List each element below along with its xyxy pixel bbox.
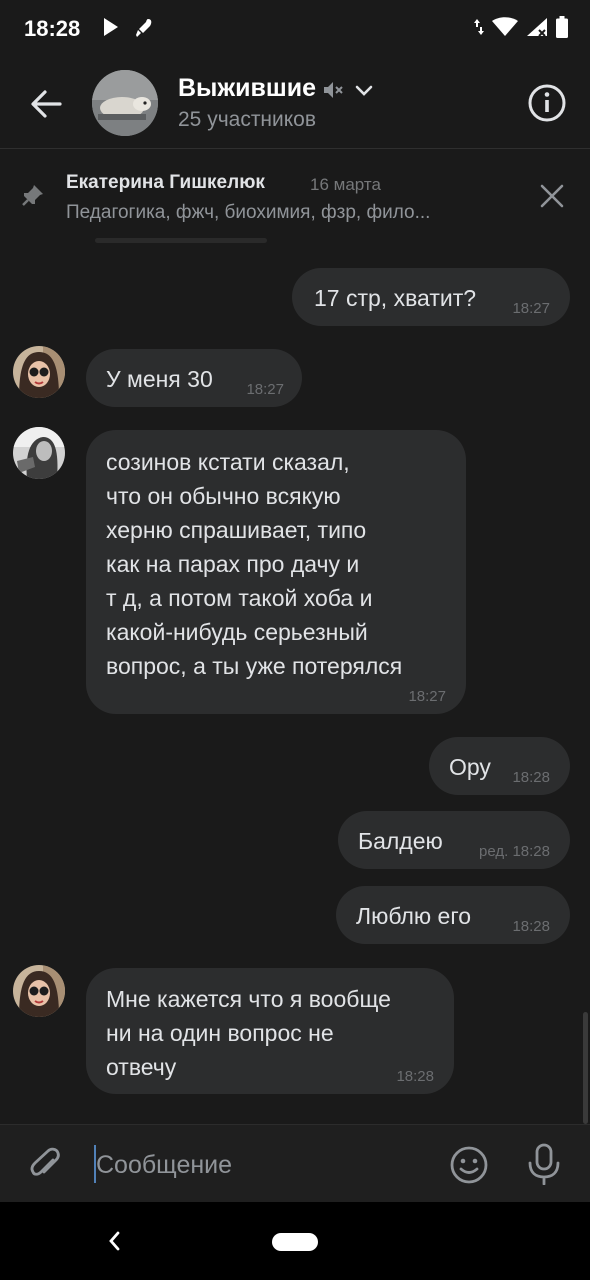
message-line: т д, а потом такой хоба и bbox=[106, 585, 373, 611]
wifi-icon bbox=[492, 17, 518, 36]
message-line: отвечу bbox=[106, 1054, 177, 1080]
muted-speaker-icon bbox=[324, 82, 343, 98]
message-line: вопрос, а ты уже потерялся bbox=[106, 653, 403, 679]
message-time: ред. 18:28 bbox=[479, 843, 550, 860]
message-line: что он обычно всякую bbox=[106, 483, 341, 509]
message-line: ни на один вопрос не bbox=[106, 1020, 334, 1046]
message-incoming[interactable]: У меня 30 18:27 bbox=[86, 349, 302, 407]
pinned-author: Екатерина Гишкелюк bbox=[66, 172, 265, 193]
message-text: У меня 30 bbox=[106, 366, 213, 392]
close-icon bbox=[540, 184, 564, 208]
message-input[interactable] bbox=[94, 1143, 428, 1187]
previous-message-edge bbox=[95, 238, 267, 243]
message-outgoing[interactable]: Люблю его 18:28 bbox=[336, 886, 570, 944]
message-time: 18:28 bbox=[512, 918, 550, 935]
chevron-down-icon[interactable] bbox=[354, 83, 374, 99]
message-time: 18:28 bbox=[512, 769, 550, 786]
voice-message-button[interactable] bbox=[526, 1143, 562, 1186]
emoji-button[interactable] bbox=[449, 1145, 489, 1185]
battery-icon bbox=[556, 16, 568, 38]
avatar[interactable] bbox=[13, 346, 65, 398]
data-transfer-icon bbox=[474, 19, 484, 35]
pinned-date: 16 марта bbox=[310, 175, 381, 194]
message-time: 18:27 bbox=[512, 300, 550, 317]
chevron-left-icon bbox=[109, 1231, 120, 1251]
status-notifications bbox=[102, 17, 154, 39]
group-avatar[interactable] bbox=[92, 70, 158, 136]
message-outgoing[interactable]: 17 стр, хватит? 18:27 bbox=[292, 268, 570, 326]
arrow-left-icon bbox=[31, 90, 62, 118]
unpin-button[interactable] bbox=[538, 182, 566, 210]
group-avatar-image bbox=[92, 70, 158, 136]
text-cursor bbox=[94, 1145, 96, 1183]
attach-button[interactable] bbox=[26, 1145, 66, 1185]
message-incoming[interactable]: Мне кажется что я вообще ни на один вопр… bbox=[86, 968, 454, 1094]
message-outgoing[interactable]: Ору 18:28 bbox=[429, 737, 570, 795]
message-outgoing[interactable]: Балдею ред. 18:28 bbox=[338, 811, 570, 869]
smiley-icon bbox=[450, 1146, 488, 1184]
chat-participants-count: 25 участников bbox=[178, 108, 317, 131]
message-line: созинов кстати сказал, bbox=[106, 449, 350, 475]
message-text: 17 стр, хватит? bbox=[314, 285, 477, 311]
message-time: 18:27 bbox=[246, 381, 284, 398]
paperclip-icon bbox=[30, 1147, 60, 1176]
pinned-message[interactable]: Екатерина Гишкелюк 16 марта Педагогика, … bbox=[0, 150, 590, 240]
status-bar: 18:28 bbox=[0, 0, 590, 60]
chat-header: Выжившие 25 участников bbox=[0, 62, 590, 149]
avatar[interactable] bbox=[13, 427, 65, 479]
message-line: херню спрашивает, типо bbox=[106, 517, 367, 543]
system-navigation-bar bbox=[0, 1202, 590, 1280]
avatar[interactable] bbox=[13, 965, 65, 1017]
back-button[interactable] bbox=[26, 84, 66, 124]
message-line: какой-нибудь серьезный bbox=[106, 619, 368, 645]
info-icon bbox=[528, 84, 566, 122]
play-icon bbox=[104, 18, 118, 36]
message-time: 18:27 bbox=[408, 688, 446, 705]
pinned-text: Педагогика, фжч, биохимия, фзр, фило... bbox=[66, 202, 431, 223]
message-composer bbox=[0, 1124, 590, 1203]
microphone-icon bbox=[528, 1143, 560, 1186]
status-time: 18:28 bbox=[24, 16, 81, 41]
message-incoming[interactable]: созинов кстати сказал, что он обычно вся… bbox=[86, 430, 466, 714]
message-text: Ору bbox=[449, 754, 491, 780]
rocket-icon bbox=[136, 19, 152, 37]
message-line: Мне кажется что я вообще bbox=[106, 986, 391, 1012]
message-line: как на парах про дачу и bbox=[106, 551, 360, 577]
cell-signal-icon bbox=[527, 18, 547, 37]
message-text: Люблю его bbox=[356, 903, 472, 929]
message-text: Балдею bbox=[358, 828, 443, 854]
chat-title[interactable]: Выжившие bbox=[178, 74, 316, 103]
pin-icon bbox=[22, 185, 43, 206]
user-avatar-image bbox=[13, 346, 65, 398]
user-avatar-image bbox=[13, 965, 65, 1017]
user-avatar-image bbox=[13, 427, 65, 479]
status-system-icons bbox=[474, 16, 568, 38]
chat-info-button[interactable] bbox=[526, 82, 568, 124]
message-time: 18:28 bbox=[396, 1068, 434, 1085]
home-pill[interactable] bbox=[272, 1233, 318, 1251]
system-back-button[interactable] bbox=[104, 1228, 124, 1254]
scrollbar[interactable] bbox=[583, 1012, 588, 1124]
